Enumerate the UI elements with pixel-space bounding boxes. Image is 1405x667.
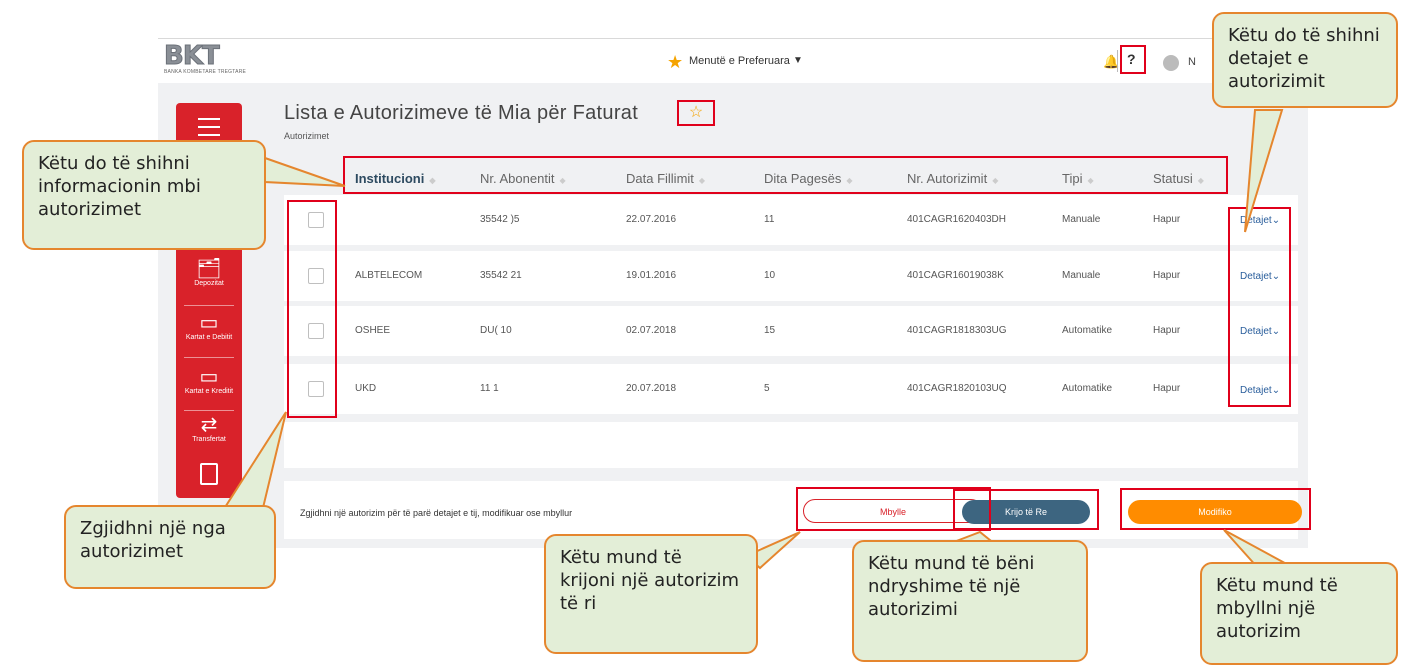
- callout-details: Këtu do të shihni detajet e autorizimit: [1212, 12, 1398, 108]
- callout-create: Këtu mund të krijoni një autorizim të ri: [544, 534, 758, 654]
- callout-info: Këtu do të shihni informacionin mbi auto…: [22, 140, 266, 250]
- callout-select: Zgjidhni një nga autorizimet: [64, 505, 276, 589]
- callout-close: Këtu mund të mbyllni një autorizim: [1200, 562, 1398, 665]
- callout-modify: Këtu mund të bëni ndryshime të një autor…: [852, 540, 1088, 662]
